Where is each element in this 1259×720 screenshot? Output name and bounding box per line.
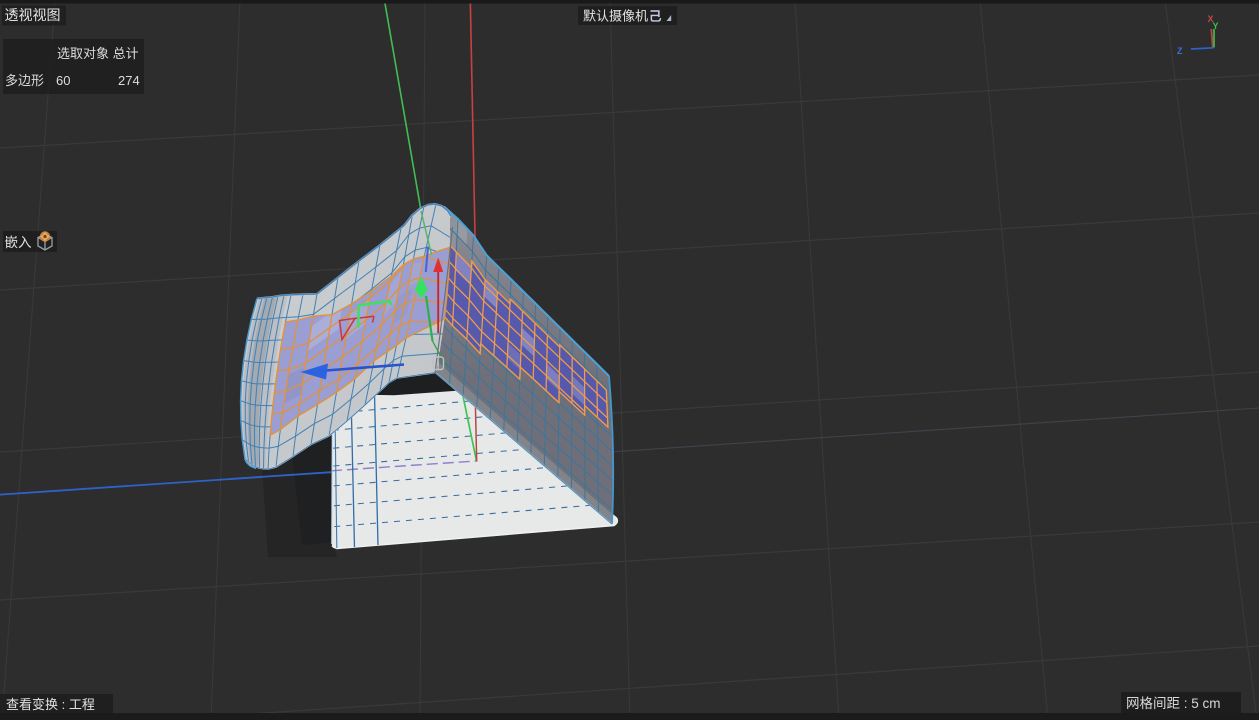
svg-text:默认摄像机: 默认摄像机 [583, 9, 648, 24]
svg-text:274: 274 [118, 73, 140, 88]
svg-text:选取对象 总计: 选取对象 总计 [57, 46, 139, 61]
svg-text:嵌入: 嵌入 [5, 235, 32, 250]
svg-text:查看变换 : 工程: 查看变换 : 工程 [6, 697, 95, 712]
svg-text:60: 60 [56, 73, 70, 88]
svg-text:己: 己 [649, 10, 662, 24]
svg-text:Y: Y [1213, 21, 1219, 31]
svg-text:网格间距 : 5 cm: 网格间距 : 5 cm [1126, 696, 1221, 711]
svg-text:Z: Z [1177, 46, 1183, 56]
svg-text:透视视图: 透视视图 [5, 7, 61, 23]
svg-text:多边形: 多边形 [5, 73, 44, 88]
